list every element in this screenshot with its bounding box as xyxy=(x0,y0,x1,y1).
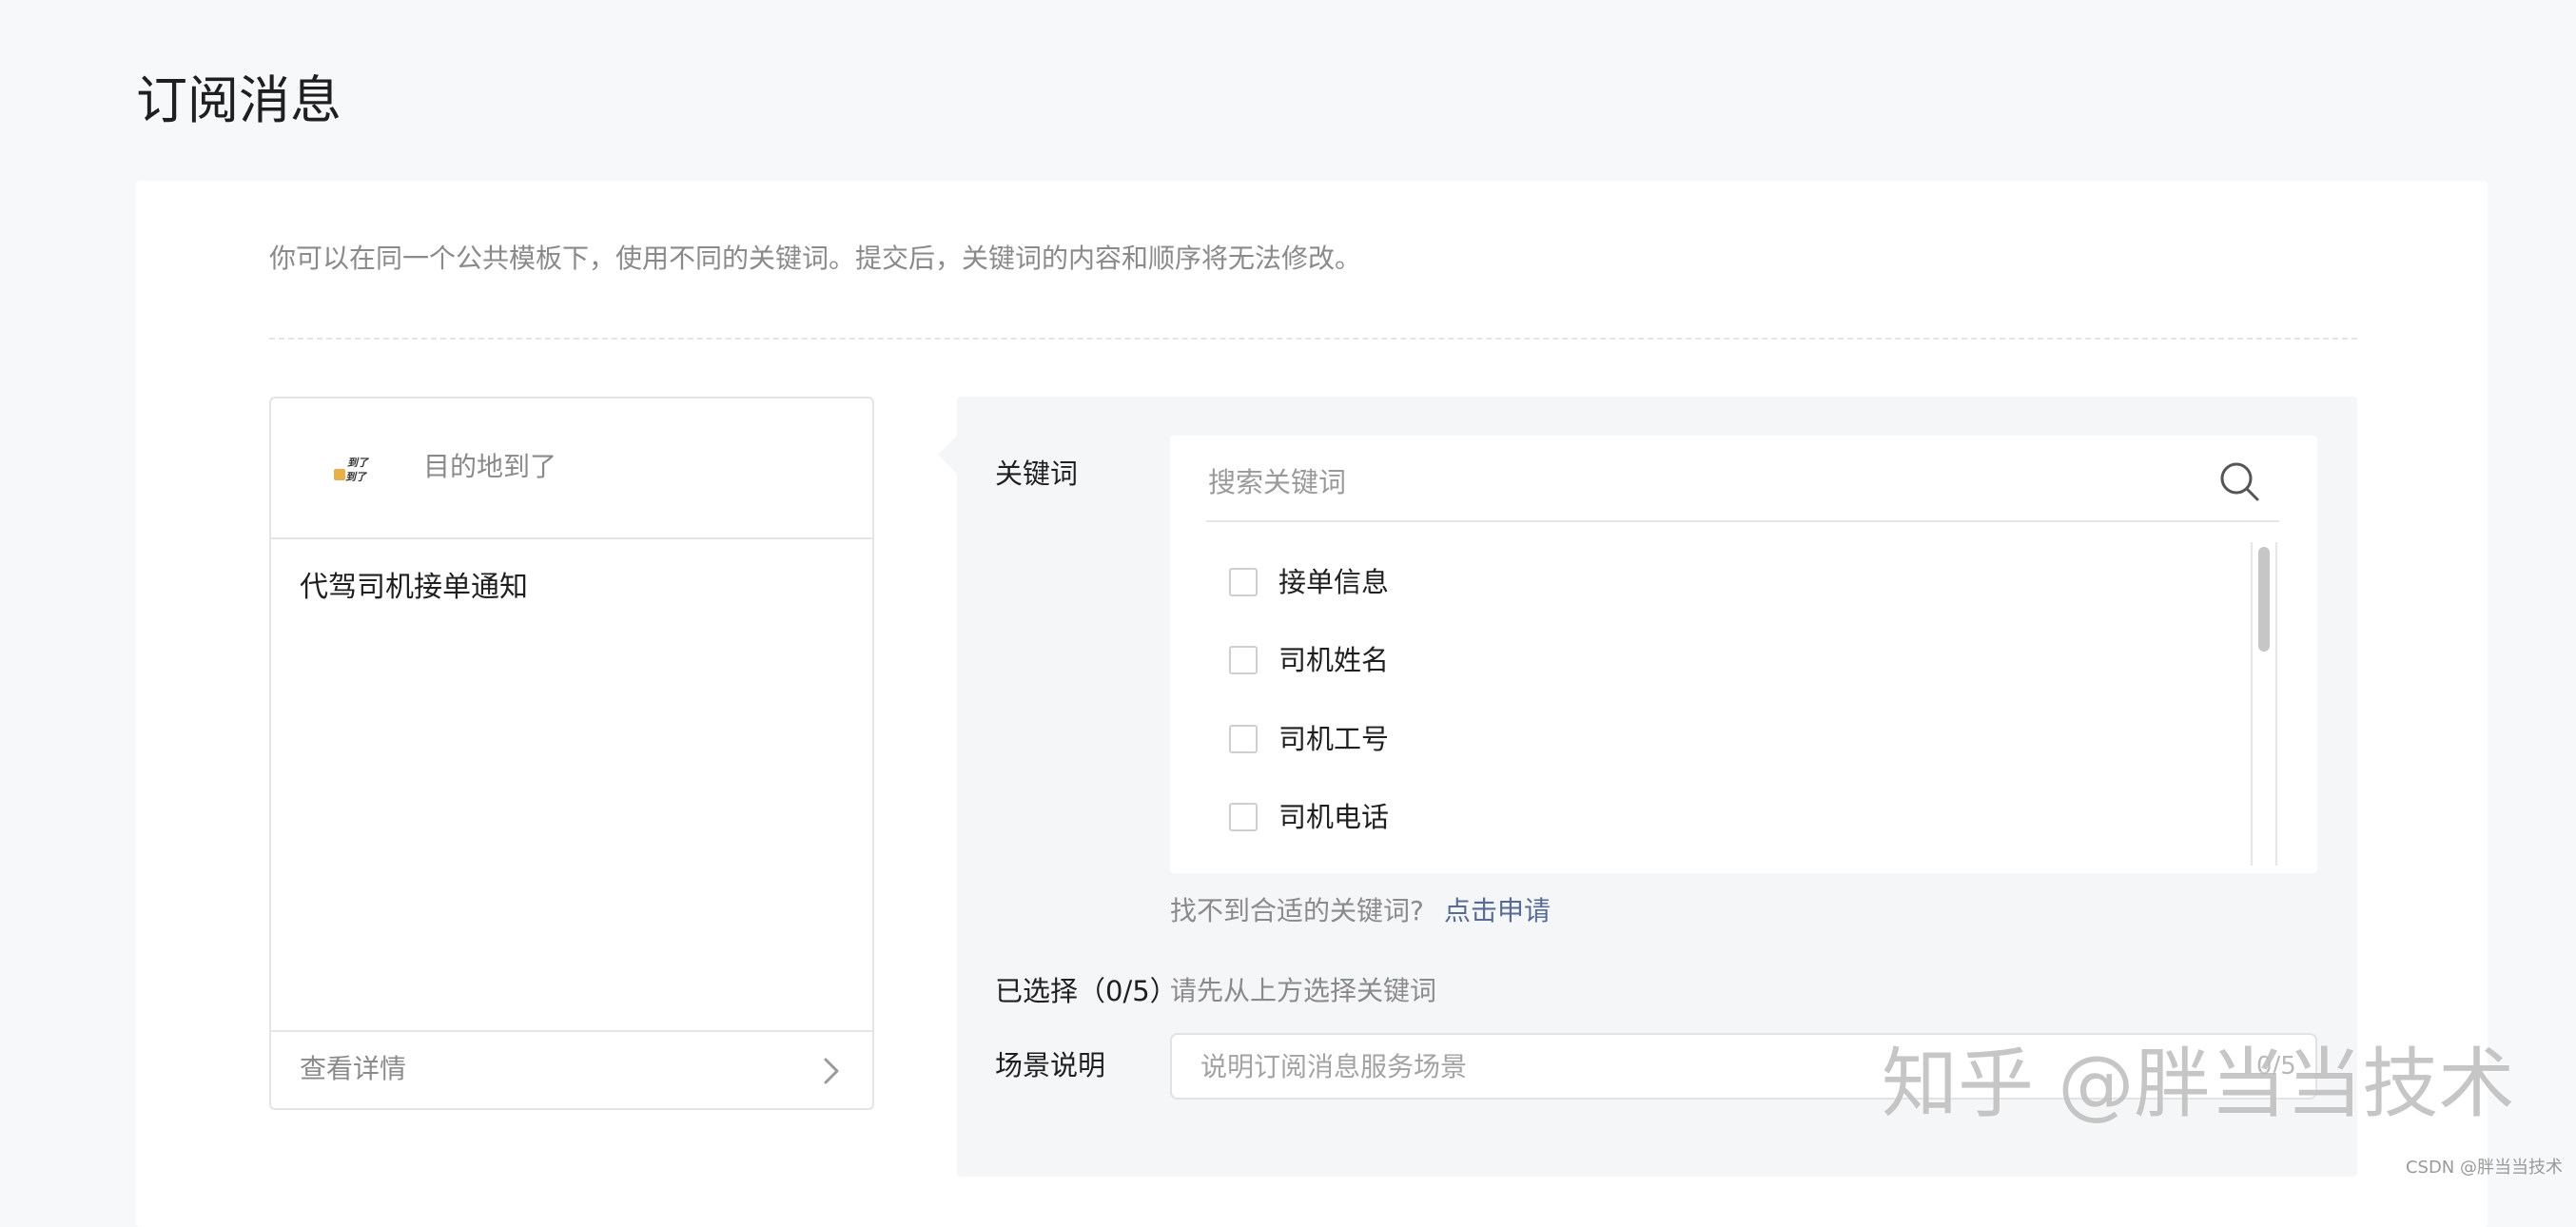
selected-hint: 请先从上方选择关键词 xyxy=(1170,975,1437,1006)
search-icon[interactable] xyxy=(2218,460,2260,502)
message-title: 代驾司机接单通知 xyxy=(300,571,528,604)
app-name: 目的地到了 xyxy=(423,451,557,482)
message-preview-card: 到了 到了 目的地到了 代驾司机接单通知 查看详情 xyxy=(269,397,874,1110)
view-details-link[interactable]: 查看详情 xyxy=(271,1030,872,1108)
keyword-checkbox[interactable] xyxy=(1229,568,1258,596)
keyword-search-input[interactable] xyxy=(1206,460,2218,504)
keyword-checkbox[interactable] xyxy=(1229,725,1258,753)
keyword-missing-hint: 找不到合适的关键词? xyxy=(1170,895,1424,926)
watermark: 知乎 @胖当当技术 xyxy=(1882,1040,2515,1128)
svg-text:到了: 到了 xyxy=(345,471,368,483)
scrollbar-thumb[interactable] xyxy=(2258,547,2270,652)
source-credit: CSDN @胖当当技术 xyxy=(2405,1158,2563,1178)
scene-label: 场景说明 xyxy=(995,1049,1106,1081)
keyword-checkbox[interactable] xyxy=(1229,803,1258,831)
keyword-option-label: 司机姓名 xyxy=(1278,644,1390,676)
page-title: 订阅消息 xyxy=(136,70,342,130)
selected-count-label: 已选择（0/5） xyxy=(995,975,1178,1007)
chevron-right-icon xyxy=(824,1058,839,1084)
view-details-label: 查看详情 xyxy=(300,1053,407,1084)
template-notice: 你可以在同一个公共模板下，使用不同的关键词。提交后，关键词的内容和顺序将无法修改… xyxy=(269,243,1362,274)
search-underline xyxy=(1206,520,2279,522)
keyword-checkbox[interactable] xyxy=(1229,646,1258,674)
preview-header: 到了 到了 目的地到了 xyxy=(271,399,872,539)
dashed-divider xyxy=(269,338,2357,340)
svg-text:到了: 到了 xyxy=(347,457,370,469)
panel-pointer xyxy=(938,436,957,474)
keywords-label: 关键词 xyxy=(995,458,1079,490)
keyword-option-label: 司机工号 xyxy=(1278,723,1390,755)
keyword-option-label: 司机电话 xyxy=(1278,801,1390,833)
app-logo: 到了 到了 xyxy=(334,457,370,483)
apply-keyword-link[interactable]: 点击申请 xyxy=(1444,892,1551,930)
keyword-option-label: 接单信息 xyxy=(1278,566,1390,598)
